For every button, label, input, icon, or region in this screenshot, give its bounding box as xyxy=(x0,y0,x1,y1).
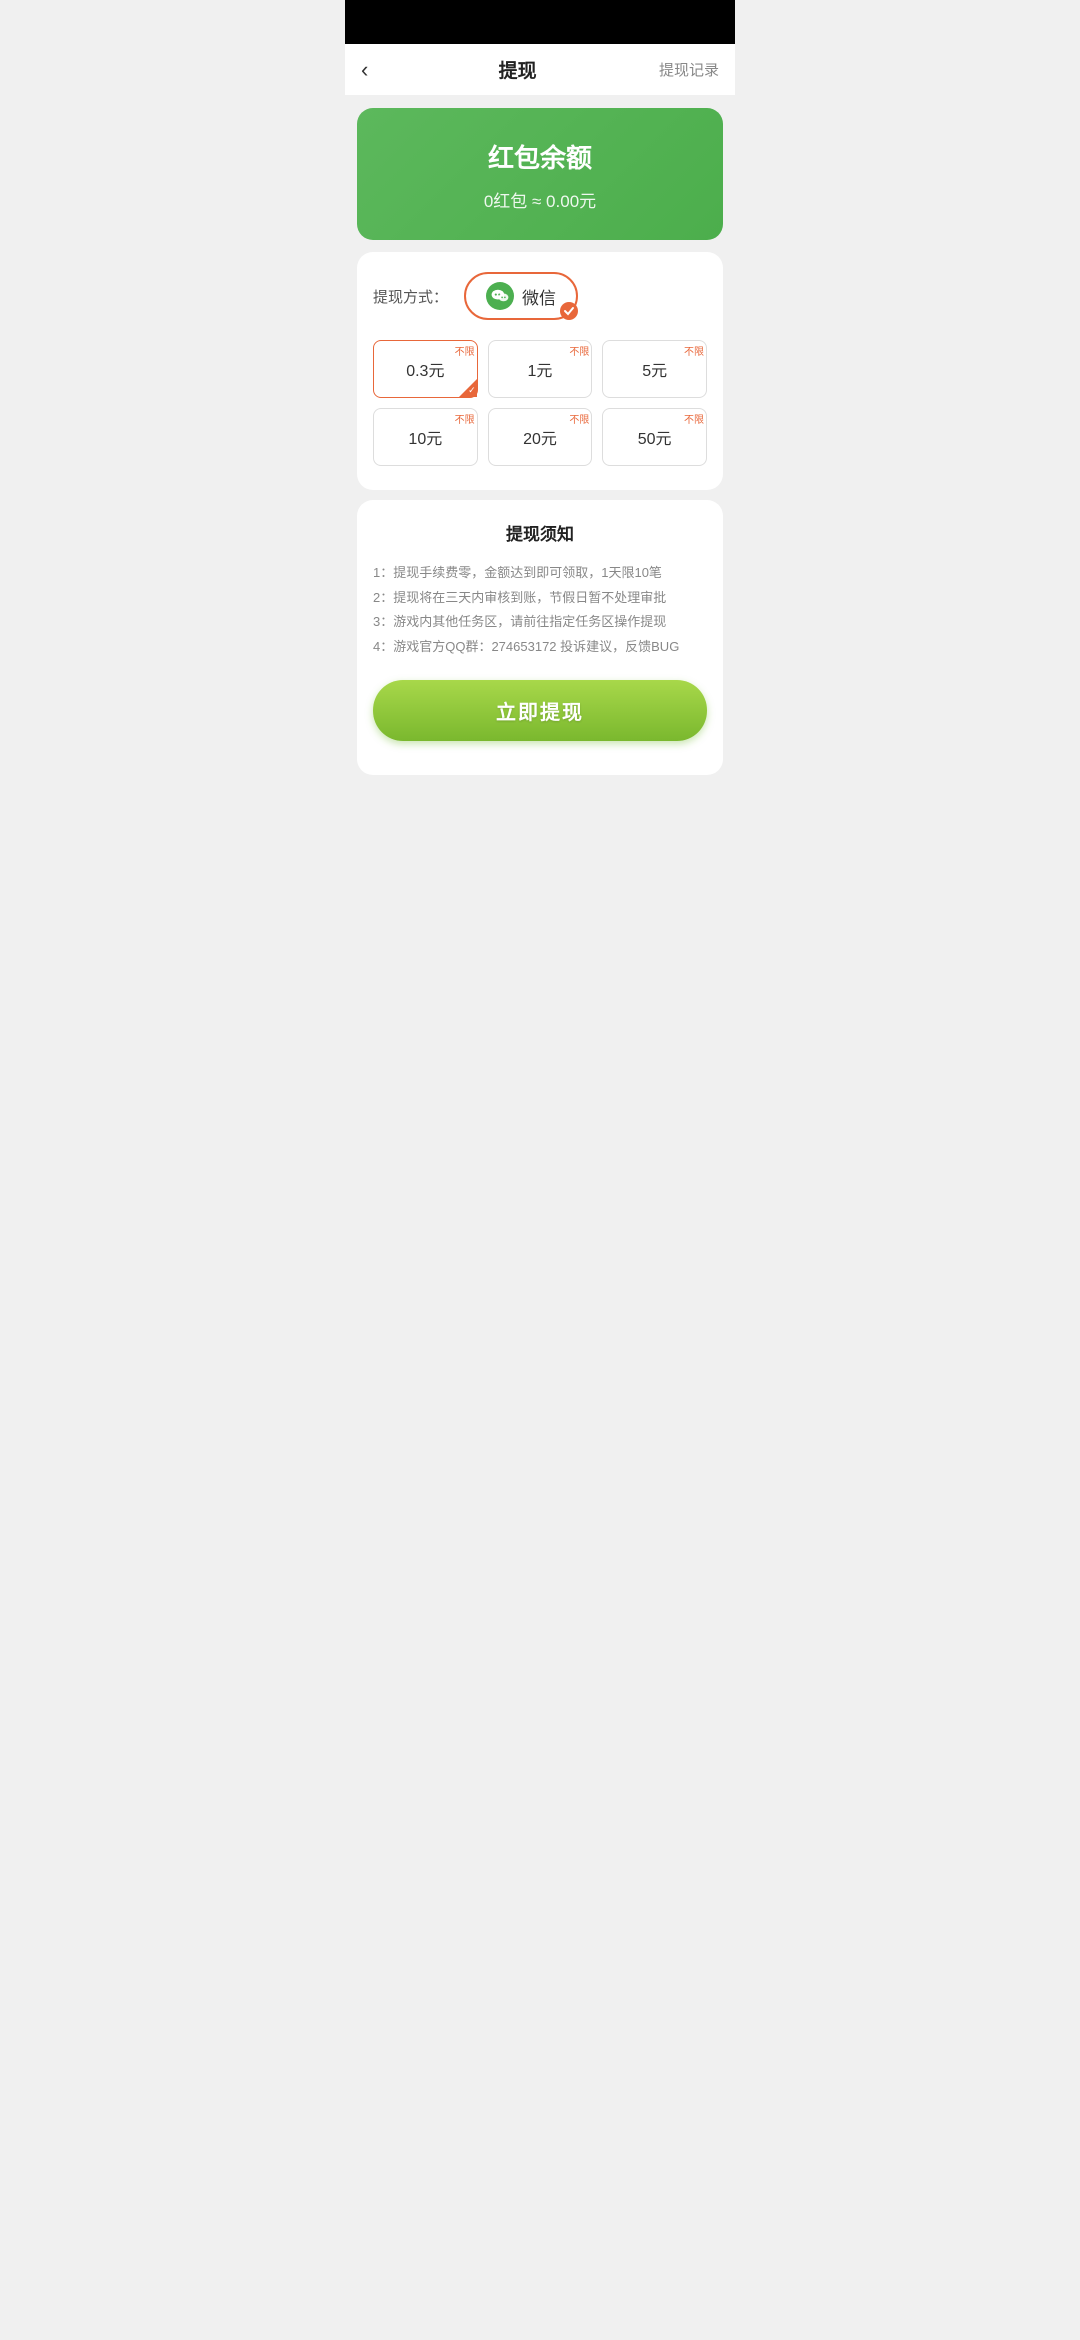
limit-badge-4: 不限 xyxy=(569,411,589,426)
amount-value-1: 1元 xyxy=(528,363,553,380)
amount-btn-4[interactable]: 不限 20元 xyxy=(488,408,593,466)
amount-grid: 不限 0.3元 ✓ 不限 1元 不限 5元 不限 10元 不限 20元 不限 5… xyxy=(373,340,707,466)
notice-item-3: 3：游戏内其他任务区，请前往指定任务区操作提现 xyxy=(373,610,707,635)
limit-badge-2: 不限 xyxy=(684,343,704,358)
balance-title: 红包余额 xyxy=(377,138,703,175)
notice-item-4: 4：游戏官方QQ群：274653172 投诉建议，反馈BUG xyxy=(373,635,707,660)
amount-btn-2[interactable]: 不限 5元 xyxy=(602,340,707,398)
amount-value-0: 0.3元 xyxy=(406,363,444,380)
amount-btn-3[interactable]: 不限 10元 xyxy=(373,408,478,466)
limit-badge-3: 不限 xyxy=(455,411,475,426)
notice-item-1: 1：提现手续费零，金额达到即可领取，1天限10笔 xyxy=(373,561,707,586)
balance-amount: 0红包 ≈ 0.00元 xyxy=(377,187,703,212)
history-link[interactable]: 提现记录 xyxy=(659,59,719,80)
status-bar xyxy=(345,0,735,44)
amount-value-5: 50元 xyxy=(638,431,672,448)
wechat-label: 微信 xyxy=(522,284,556,309)
balance-card: 红包余额 0红包 ≈ 0.00元 xyxy=(357,108,723,240)
notice-card: 提现须知 1：提现手续费零，金额达到即可领取，1天限10笔 2：提现将在三天内审… xyxy=(357,500,723,775)
limit-badge-0: 不限 xyxy=(455,343,475,358)
amount-value-3: 10元 xyxy=(408,431,442,448)
withdraw-button[interactable]: 立即提现 xyxy=(373,680,707,741)
limit-badge-1: 不限 xyxy=(569,343,589,358)
wechat-check-badge xyxy=(560,302,578,320)
withdraw-section-card: 提现方式： 微信 不限 0.3元 ✓ 不限 1元 xyxy=(357,252,723,490)
wechat-button[interactable]: 微信 xyxy=(464,272,578,320)
amount-btn-1[interactable]: 不限 1元 xyxy=(488,340,593,398)
page-title: 提现 xyxy=(499,56,537,83)
bottom-spacer xyxy=(345,785,735,985)
notice-title: 提现须知 xyxy=(373,520,707,545)
back-button[interactable]: ‹ xyxy=(361,53,376,87)
withdraw-method-row: 提现方式： 微信 xyxy=(373,272,707,320)
amount-value-2: 5元 xyxy=(642,363,667,380)
limit-badge-5: 不限 xyxy=(684,411,704,426)
wechat-icon xyxy=(486,282,514,310)
amount-btn-0[interactable]: 不限 0.3元 ✓ xyxy=(373,340,478,398)
nav-bar: ‹ 提现 提现记录 xyxy=(345,44,735,96)
withdraw-method-label: 提现方式： xyxy=(373,286,448,307)
notice-item-2: 2：提现将在三天内审核到账，节假日暂不处理审批 xyxy=(373,586,707,611)
amount-btn-5[interactable]: 不限 50元 xyxy=(602,408,707,466)
amount-value-4: 20元 xyxy=(523,431,557,448)
